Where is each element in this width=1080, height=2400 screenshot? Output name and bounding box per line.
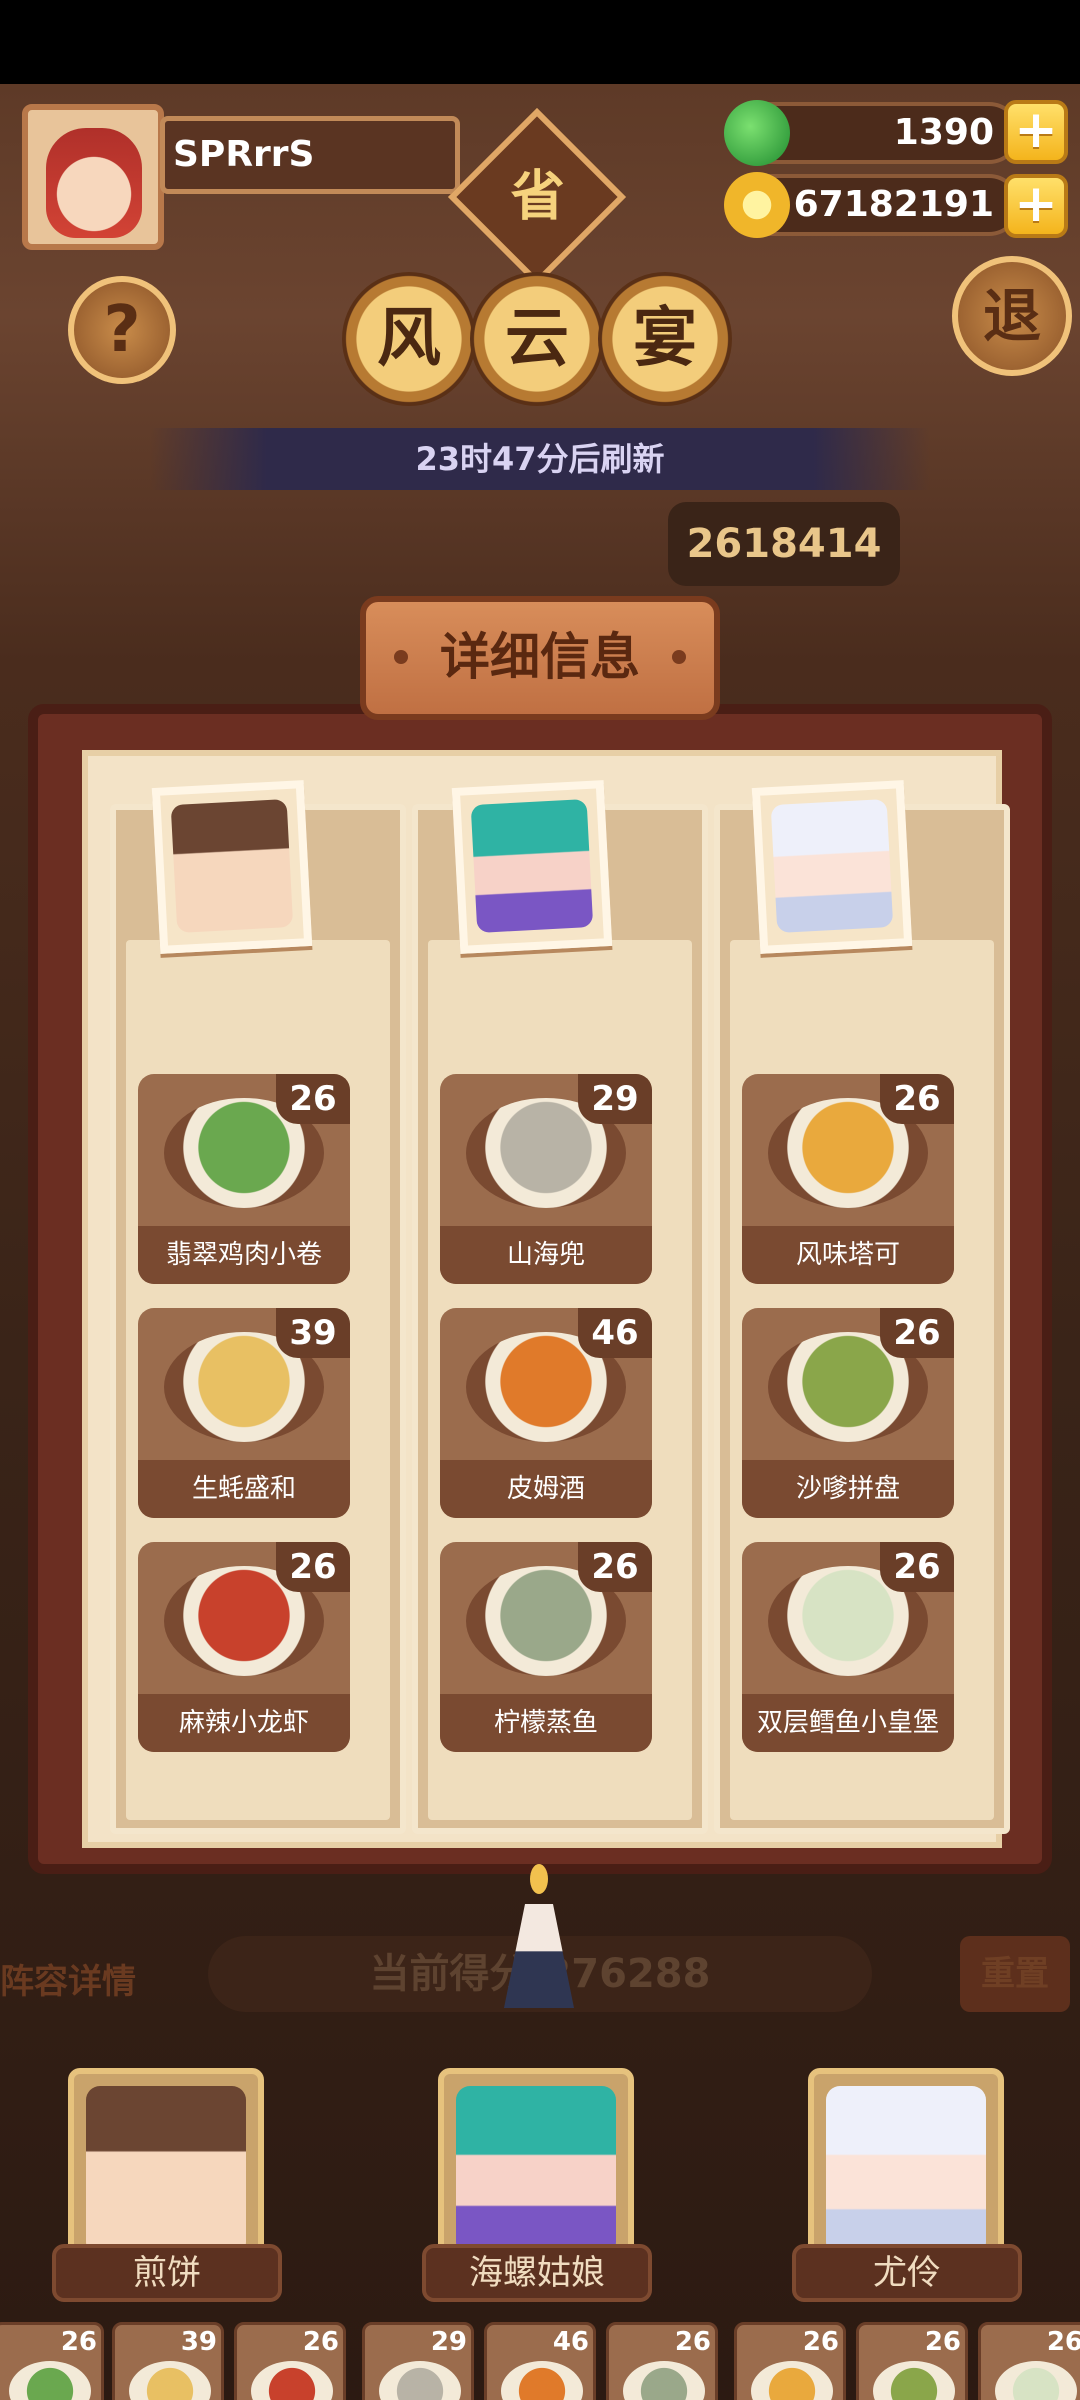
hero-portrait-icon: [456, 2086, 616, 2256]
dish-card[interactable]: 46 皮姆酒: [440, 1308, 652, 1518]
strip-dish-icon: [751, 2361, 833, 2400]
hero-portrait-icon: [826, 2086, 986, 2256]
dish-name: 沙嗲拼盘: [742, 1460, 954, 1518]
add-coin-button[interactable]: +: [1004, 174, 1068, 238]
dish-count: 26: [880, 1542, 954, 1592]
strip-dish-count: 29: [430, 2327, 467, 2357]
strip-dish-icon: [251, 2361, 333, 2400]
strip-dish-icon: [623, 2361, 705, 2400]
strip-dish-count: 26: [924, 2327, 961, 2357]
strip-dish[interactable]: 46: [484, 2322, 596, 2400]
add-jade-button[interactable]: +: [1004, 100, 1068, 164]
hero-card[interactable]: [808, 2068, 1004, 2266]
strip-dish[interactable]: 26: [856, 2322, 968, 2400]
chef-portrait[interactable]: [751, 780, 913, 954]
avatar-portrait-icon: [46, 128, 142, 238]
dish-card[interactable]: 26 风味塔可: [742, 1074, 954, 1284]
dish-card[interactable]: 26 麻辣小龙虾: [138, 1542, 350, 1752]
chef-face-icon: [170, 799, 294, 933]
dish-card[interactable]: 26 翡翠鸡肉小卷: [138, 1074, 350, 1284]
strip-dish-count: 26: [302, 2327, 339, 2357]
hero-name: 尤伶: [792, 2244, 1022, 2302]
province-label: 省: [510, 164, 565, 228]
dish-name: 双层鳕鱼小皇堡: [742, 1694, 954, 1752]
chef-portrait[interactable]: [151, 780, 313, 954]
dish-name: 翡翠鸡肉小卷: [138, 1226, 350, 1284]
event-title-char-3: 宴: [598, 272, 732, 406]
header-dot-icon: [672, 650, 686, 664]
strip-dish[interactable]: 26: [0, 2322, 104, 2400]
hero-card[interactable]: [438, 2068, 634, 2266]
strip-dish-icon: [873, 2361, 955, 2400]
province-badge: 省: [447, 107, 627, 287]
dish-strip: 26 39 26 29 46 26 26 26 26: [0, 2322, 1080, 2400]
strip-dish-icon: [501, 2361, 583, 2400]
dish-card[interactable]: 26 双层鳕鱼小皇堡: [742, 1542, 954, 1752]
score-plate: 2618414: [668, 502, 900, 586]
dish-count: 46: [578, 1308, 652, 1358]
strip-dish[interactable]: 26: [978, 2322, 1080, 2400]
strip-dish[interactable]: 39: [112, 2322, 224, 2400]
game-scene: SPRrrS 1390 + 67182191 + 省 ? 退 风 云 宴 23时…: [0, 84, 1080, 2400]
dish-count: 26: [276, 1074, 350, 1124]
hero-name: 海螺姑娘: [422, 2244, 652, 2302]
jade-icon: [724, 100, 790, 166]
help-button[interactable]: ?: [68, 276, 176, 384]
hero-card[interactable]: [68, 2068, 264, 2266]
dish-card[interactable]: 26 沙嗲拼盘: [742, 1308, 954, 1518]
dish-name: 麻辣小龙虾: [138, 1694, 350, 1752]
dish-count: 39: [276, 1308, 350, 1358]
dish-name: 柠檬蒸鱼: [440, 1694, 652, 1752]
event-title-char-1: 风: [342, 272, 476, 406]
player-name: SPRrrS: [160, 116, 460, 194]
strip-dish-count: 26: [1046, 2327, 1080, 2357]
dish-name: 生蚝盛和: [138, 1460, 350, 1518]
rope-charm-icon: [484, 1864, 594, 2014]
strip-dish[interactable]: 26: [606, 2322, 718, 2400]
strip-dish-count: 26: [60, 2327, 97, 2357]
dish-card[interactable]: 29 山海兜: [440, 1074, 652, 1284]
dish-count: 26: [880, 1308, 954, 1358]
dish-count: 29: [578, 1074, 652, 1124]
strip-dish-count: 26: [674, 2327, 711, 2357]
dish-card[interactable]: 26 柠檬蒸鱼: [440, 1542, 652, 1752]
strip-dish-icon: [9, 2361, 91, 2400]
panel-title-text: 详细信息: [440, 628, 640, 686]
hero-portrait-icon: [86, 2086, 246, 2256]
coin-icon: [724, 172, 790, 238]
strip-dish-icon: [379, 2361, 461, 2400]
lineup-details-label[interactable]: 阵容详情: [0, 1954, 136, 2003]
dish-name: 皮姆酒: [440, 1460, 652, 1518]
chef-face-icon: [470, 799, 594, 933]
chef-face-icon: [770, 799, 894, 933]
detail-panel-title: 详细信息: [360, 596, 720, 720]
chef-portrait[interactable]: [451, 780, 613, 954]
strip-dish-count: 46: [552, 2327, 589, 2357]
reset-button[interactable]: 重置: [960, 1936, 1070, 2012]
header-dot-icon: [394, 650, 408, 664]
dish-card[interactable]: 39 生蚝盛和: [138, 1308, 350, 1518]
exit-button[interactable]: 退: [952, 256, 1072, 376]
dish-count: 26: [276, 1542, 350, 1592]
strip-dish-count: 39: [180, 2327, 217, 2357]
hero-name: 煎饼: [52, 2244, 282, 2302]
refresh-timer: 23时47分后刷新: [150, 428, 930, 490]
strip-dish-icon: [129, 2361, 211, 2400]
dish-count: 26: [880, 1074, 954, 1124]
strip-dish[interactable]: 26: [734, 2322, 846, 2400]
player-avatar[interactable]: [22, 104, 164, 250]
dish-count: 26: [578, 1542, 652, 1592]
strip-dish-icon: [995, 2361, 1077, 2400]
strip-dish-count: 26: [802, 2327, 839, 2357]
dish-name: 风味塔可: [742, 1226, 954, 1284]
dish-name: 山海兜: [440, 1226, 652, 1284]
event-title-char-2: 云: [470, 272, 604, 406]
strip-dish[interactable]: 26: [234, 2322, 346, 2400]
strip-dish[interactable]: 29: [362, 2322, 474, 2400]
